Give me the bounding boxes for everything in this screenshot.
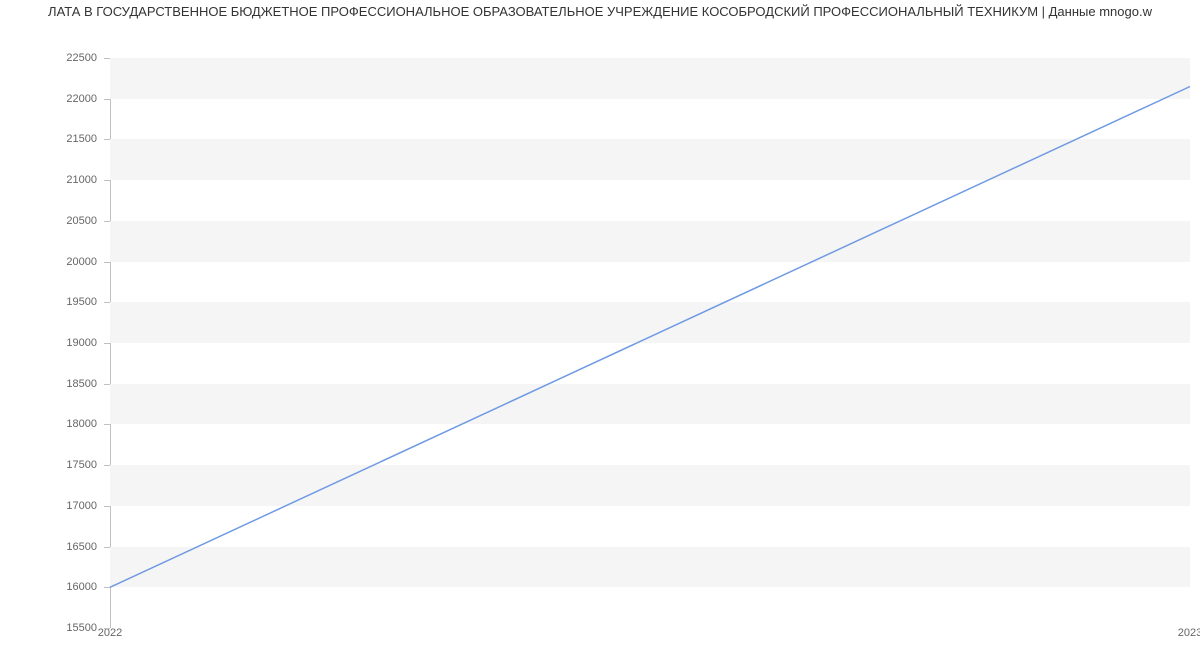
y-axis: 1550016000165001700017500180001850019000… (0, 58, 105, 628)
y-tick-label: 19000 (66, 337, 97, 349)
y-tick-label: 16500 (66, 541, 97, 553)
y-tick-label: 21000 (66, 174, 97, 186)
y-tick-mark (104, 547, 110, 548)
y-tick-label: 16000 (66, 581, 97, 593)
y-tick-mark (104, 628, 110, 629)
y-tick-mark (104, 58, 110, 59)
y-tick-label: 20000 (66, 256, 97, 268)
y-tick-mark (104, 384, 110, 385)
y-tick-mark (104, 506, 110, 507)
y-tick-mark (104, 424, 110, 425)
y-tick-label: 18500 (66, 378, 97, 390)
line-series (110, 58, 1190, 628)
y-tick-mark (104, 302, 110, 303)
x-tick-label: 2023 (1178, 627, 1200, 639)
data-line (110, 87, 1190, 588)
plot-area (110, 58, 1190, 628)
x-tick-label: 2022 (98, 627, 122, 639)
y-tick-label: 18000 (66, 418, 97, 430)
chart-container: 15500 16000 16500 17000 17500 18000 18500 19000… (0, 23, 1200, 643)
x-axis: 20222023 (110, 625, 1190, 643)
y-tick-mark (104, 343, 110, 344)
y-tick-label: 17500 (66, 459, 97, 471)
y-tick-mark (104, 139, 110, 140)
y-tick-mark (104, 465, 110, 466)
y-tick-mark (104, 180, 110, 181)
y-tick-label: 22000 (66, 93, 97, 105)
y-tick-label: 19500 (66, 296, 97, 308)
y-tick-mark (104, 221, 110, 222)
chart-title: ЛАТА В ГОСУДАРСТВЕННОЕ БЮДЖЕТНОЕ ПРОФЕСС… (0, 0, 1200, 23)
y-tick-label: 20500 (66, 215, 97, 227)
y-tick-label: 17000 (66, 500, 97, 512)
y-tick-label: 15500 (66, 622, 97, 634)
y-tick-mark (104, 262, 110, 263)
y-tick-label: 21500 (66, 133, 97, 145)
y-tick-label: 22500 (66, 52, 97, 64)
y-tick-mark (104, 587, 110, 588)
y-tick-mark (104, 99, 110, 100)
